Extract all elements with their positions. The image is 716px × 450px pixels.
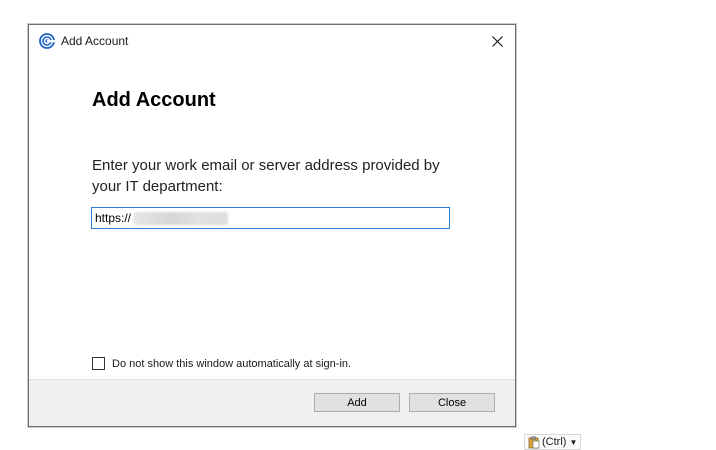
close-icon bbox=[491, 35, 503, 47]
add-account-dialog: Add Account Add Account Enter your work … bbox=[28, 24, 516, 427]
instruction-text: Enter your work email or server address … bbox=[92, 157, 440, 195]
auto-show-checkbox-label: Do not show this window automatically at… bbox=[112, 357, 352, 370]
close-window-button[interactable] bbox=[487, 31, 507, 51]
server-address-value: https:// bbox=[95, 211, 132, 225]
chevron-down-icon: ▼ bbox=[569, 437, 578, 447]
redacted-address bbox=[133, 211, 229, 225]
dialog-footer: Add Close bbox=[29, 379, 515, 426]
close-button[interactable]: Close bbox=[409, 393, 495, 412]
auto-show-checkbox-row[interactable]: Do not show this window automatically at… bbox=[92, 357, 351, 370]
clipboard-icon bbox=[528, 436, 540, 448]
auto-show-checkbox[interactable] bbox=[92, 357, 105, 370]
paste-options-label: (Ctrl) bbox=[542, 436, 567, 448]
add-button[interactable]: Add bbox=[314, 393, 400, 412]
title-bar: Add Account bbox=[29, 25, 515, 57]
server-address-input[interactable]: https:// bbox=[91, 207, 450, 229]
window-title: Add Account bbox=[61, 34, 129, 48]
paste-options-button[interactable]: (Ctrl) ▼ bbox=[524, 434, 582, 450]
dialog-heading: Add Account bbox=[92, 89, 216, 111]
app-logo-icon bbox=[39, 33, 55, 49]
desktop-background: Add Account Add Account Enter your work … bbox=[0, 0, 716, 450]
